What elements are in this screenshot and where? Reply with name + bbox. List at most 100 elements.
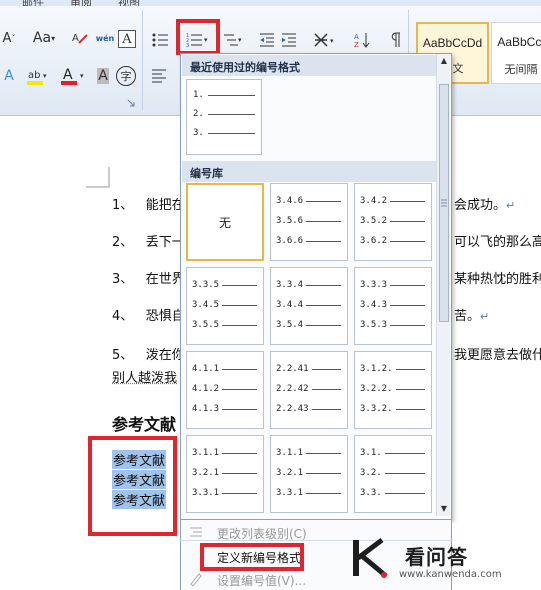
- format-level: 3.3.5: [192, 280, 257, 290]
- format-level: 3.5.5: [192, 320, 257, 330]
- define-new-format-highlight: [200, 543, 304, 571]
- list-item[interactable]: 3、 在世界: [112, 268, 185, 287]
- list-item[interactable]: 1、 能把在: [112, 194, 185, 213]
- list-text: 能把在: [145, 198, 185, 213]
- references-heading: 参考文献: [112, 415, 177, 434]
- phonetic-label: wén: [95, 33, 115, 43]
- format-level: 3.3.4: [276, 280, 341, 290]
- format-level: 4.1.3: [192, 404, 257, 414]
- format-level: 3.3.: [360, 488, 425, 498]
- decrease-indent-button[interactable]: [258, 30, 276, 50]
- style-no-spacing-sample: AaBbCcI: [497, 35, 541, 49]
- change-case-button[interactable]: Aa ▾: [30, 28, 58, 48]
- font-color-button[interactable]: A ▾: [58, 66, 88, 86]
- format-tile-none[interactable]: 无: [186, 183, 264, 261]
- format-level: 3.6.6: [276, 236, 341, 246]
- scroll-up-icon[interactable]: ▲: [437, 54, 451, 68]
- format-level: 3.1.1: [192, 448, 257, 458]
- format-level: 3.2.: [360, 468, 425, 478]
- format-level: 3.4.4: [276, 300, 341, 310]
- format-level: 3.4.3: [360, 300, 425, 310]
- format-level: 4.1.2: [192, 384, 257, 394]
- svg-text:A: A: [72, 33, 79, 44]
- list-item[interactable]: 5、 泼在你: [112, 344, 185, 363]
- svg-text:A: A: [354, 33, 359, 41]
- format-level: 3.5.4: [276, 320, 341, 330]
- scroll-down-icon[interactable]: ▼: [437, 502, 451, 516]
- format-tile[interactable]: 3.3.5 3.4.5 3.5.5: [186, 267, 264, 345]
- format-tile[interactable]: 4.1.1 4.1.2 4.1.3: [186, 351, 264, 429]
- format-level: 3.2.1: [276, 468, 341, 478]
- chinese-layout-button[interactable]: ▾: [312, 30, 338, 50]
- enclose-char-label: 字: [120, 70, 132, 83]
- list-text: 恐惧自: [145, 309, 185, 324]
- format-tile[interactable]: 3.1.1 3.2.1 3.3.1: [186, 435, 264, 513]
- format-tile[interactable]: 3.3.4 3.4.4 3.5.4: [270, 267, 348, 345]
- format-tile[interactable]: 3.4.2 3.5.2 3.6.2: [354, 183, 432, 261]
- bullets-button[interactable]: [150, 30, 170, 50]
- char-shading-button[interactable]: A: [94, 66, 112, 86]
- list-number: 3、: [112, 272, 134, 287]
- list-item-tail: 会成功。↵: [454, 198, 516, 213]
- format-level: 3.1.2.: [360, 364, 425, 374]
- format-level: 4.1.1: [192, 364, 257, 374]
- svg-text:▾: ▾: [238, 36, 242, 44]
- set-value-icon: [189, 572, 205, 587]
- format-tile[interactable]: 2.2.41 2.2.42 2.2.43: [270, 351, 348, 429]
- style-no-spacing-name: 无间隔: [504, 63, 538, 76]
- format-level: 3.1.1: [276, 448, 341, 458]
- format-level: 3.6.2: [360, 236, 425, 246]
- format-level: 3.3.1: [192, 488, 257, 498]
- set-numbering-value-item[interactable]: 设置编号值(V)...: [217, 572, 306, 589]
- svg-text:ab: ab: [28, 70, 40, 81]
- svg-text:A: A: [63, 67, 73, 83]
- list-item-tail: 可以飞的那么高: [454, 235, 541, 250]
- increase-indent-button[interactable]: [280, 30, 298, 50]
- highlight-color-button[interactable]: ab ▾: [22, 66, 52, 86]
- none-label: 无: [218, 215, 231, 230]
- format-tile[interactable]: 3.1.2. 3.2.2. 3.3.2.: [354, 351, 432, 429]
- margin-corner-mark: [86, 167, 110, 188]
- style-no-spacing[interactable]: AaBbCcI 无间隔: [491, 22, 541, 84]
- svg-text:▾: ▾: [330, 37, 334, 45]
- format-level: 2.2.43: [276, 404, 341, 414]
- format-level: 3.4.2: [360, 196, 425, 206]
- shrink-font-button[interactable]: Aˇ: [0, 28, 18, 48]
- list-item[interactable]: 2、 丢下一: [112, 231, 185, 250]
- change-level-icon: [189, 526, 205, 540]
- format-tile[interactable]: 3.1.1 3.2.1 3.3.1: [270, 435, 348, 513]
- gallery-scrollbar[interactable]: ▲ ▼: [436, 54, 450, 516]
- list-number: 1、: [112, 198, 134, 213]
- list-item-continuation: 别人越泼我: [112, 371, 178, 386]
- format-tile[interactable]: 3.1. 3.2. 3.3.: [354, 435, 432, 513]
- char-border-button[interactable]: A: [118, 30, 136, 48]
- references-highlight: [88, 436, 177, 536]
- list-text: 在世界: [145, 272, 185, 287]
- list-item[interactable]: 4、 恐惧自: [112, 305, 185, 324]
- format-tile[interactable]: 3.3.3 3.4.3 3.5.3: [354, 267, 432, 345]
- phonetic-guide-button[interactable]: wén: [94, 28, 116, 48]
- clear-format-icon[interactable]: A: [70, 28, 90, 48]
- format-level: 3.4.5: [192, 300, 257, 310]
- list-number: 4、: [112, 309, 134, 324]
- watermark-title: 看问答: [405, 545, 468, 569]
- scroll-thumb[interactable]: [439, 84, 449, 322]
- show-marks-button[interactable]: [386, 30, 404, 50]
- align-left-button[interactable]: [150, 66, 168, 86]
- format-tile[interactable]: 3.4.6 3.5.6 3.6.6: [270, 183, 348, 261]
- svg-text:▾: ▾: [43, 72, 47, 80]
- format-level: 3.4.6: [276, 196, 341, 206]
- enclose-char-button[interactable]: 字: [116, 66, 136, 86]
- sort-button[interactable]: AZ: [352, 30, 372, 50]
- numbering-library-header: 编号库: [182, 161, 436, 182]
- recent-format-tile[interactable]: 1. 2. 3.: [186, 79, 262, 155]
- multilevel-list-button[interactable]: ▾: [221, 30, 245, 50]
- numbering-button-highlight: [176, 19, 220, 55]
- list-number: 2、: [112, 235, 134, 250]
- char-border-label: A: [122, 31, 132, 47]
- font-dialog-launcher-icon[interactable]: [126, 98, 136, 108]
- format-level: 3.5.6: [276, 216, 341, 226]
- text-effect-icon[interactable]: A: [0, 66, 18, 86]
- format-level: 3.3.2.: [360, 404, 425, 414]
- format-level: 3.2.1: [192, 468, 257, 478]
